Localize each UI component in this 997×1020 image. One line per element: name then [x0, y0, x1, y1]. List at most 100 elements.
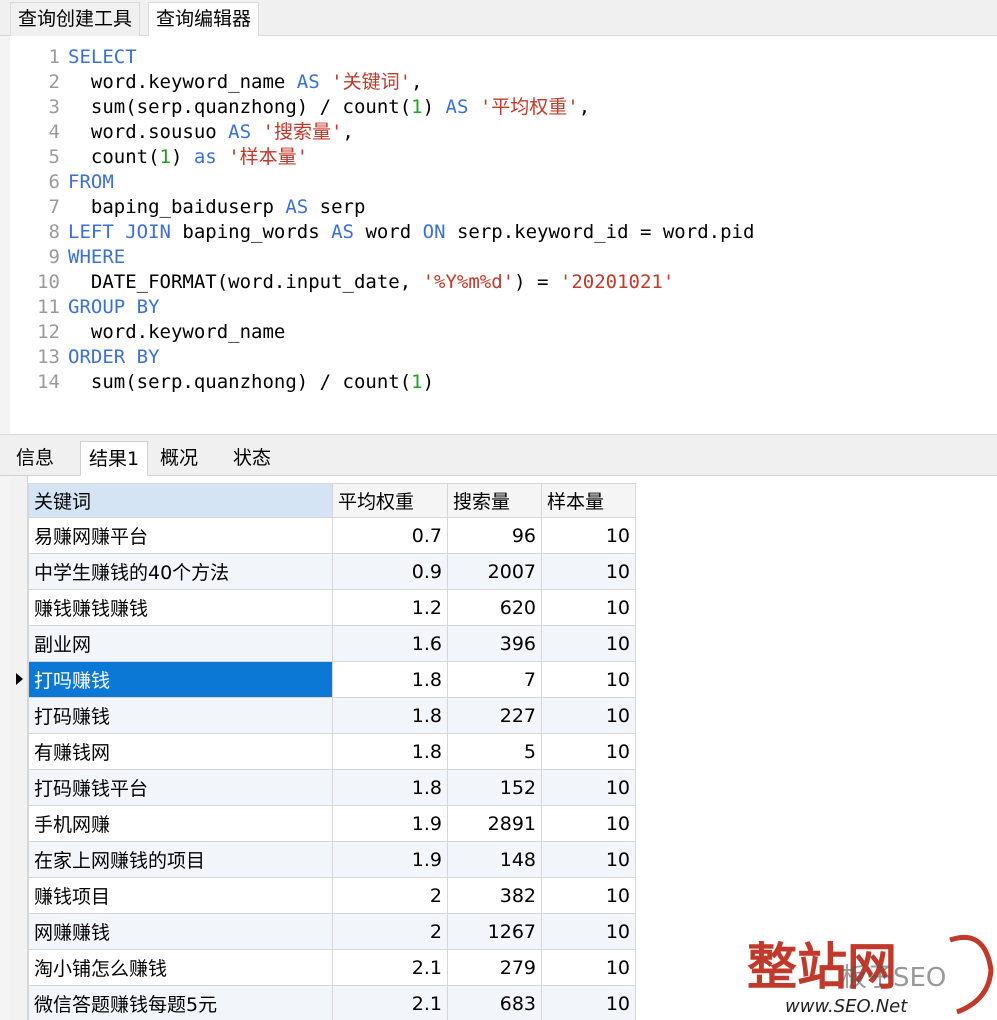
code-line[interactable]: sum(serp.quanzhong) / count(1) AS '平均权重'… [68, 95, 590, 120]
cell-keyword[interactable]: 中学生赚钱的40个方法 [28, 553, 333, 590]
cell-keyword[interactable]: 淘小铺怎么赚钱 [28, 949, 333, 986]
tab-result1[interactable]: 结果1 [80, 441, 149, 476]
cell-sample-size[interactable]: 10 [541, 913, 636, 950]
cell-search-volume[interactable]: 2891 [447, 805, 542, 842]
cell-sample-size[interactable]: 10 [541, 985, 636, 1020]
table-row[interactable]: 打吗赚钱 1.8 7 10 [28, 661, 636, 698]
cell-search-volume[interactable]: 620 [447, 589, 542, 626]
cell-avg-weight[interactable]: 2.1 [332, 949, 448, 986]
cell-avg-weight[interactable]: 1.8 [332, 697, 448, 734]
cell-sample-size[interactable]: 10 [541, 625, 636, 662]
cell-search-volume[interactable]: 148 [447, 841, 542, 878]
sql-keyword: AS [285, 196, 309, 218]
cell-avg-weight[interactable]: 0.7 [332, 517, 448, 554]
code-line[interactable]: LEFT JOIN baping_words AS word ON serp.k… [68, 220, 754, 245]
code-line[interactable]: count(1) as '样本量' [68, 145, 308, 170]
table-row[interactable]: 打码赚钱平台 1.8 152 10 [28, 769, 636, 806]
cell-search-volume[interactable]: 7 [447, 661, 542, 698]
table-row[interactable]: 微信答题赚钱每题5元 2.1 683 10 [28, 985, 636, 1020]
code-line[interactable]: word.keyword_name AS '关键词', [68, 70, 423, 95]
code-line[interactable]: sum(serp.quanzhong) / count(1) [68, 370, 434, 395]
sql-keyword: AS [296, 71, 320, 93]
code-line[interactable]: FROM [68, 170, 114, 195]
cell-keyword[interactable]: 易赚网赚平台 [28, 517, 333, 554]
cell-sample-size[interactable]: 10 [541, 769, 636, 806]
cell-avg-weight[interactable]: 2.1 [332, 985, 448, 1020]
cell-keyword[interactable]: 赚钱项目 [28, 877, 333, 914]
tab-profile[interactable]: 概况 [152, 441, 206, 476]
cell-avg-weight[interactable]: 1.9 [332, 841, 448, 878]
cell-search-volume[interactable]: 96 [447, 517, 542, 554]
cell-keyword[interactable]: 在家上网赚钱的项目 [28, 841, 333, 878]
cell-sample-size[interactable]: 10 [541, 949, 636, 986]
cell-sample-size[interactable]: 10 [541, 805, 636, 842]
code-line[interactable]: SELECT [68, 45, 137, 70]
cell-keyword[interactable]: 副业网 [28, 625, 333, 662]
table-row[interactable]: 在家上网赚钱的项目 1.9 148 10 [28, 841, 636, 878]
code-line[interactable]: word.keyword_name [68, 320, 285, 345]
table-row[interactable]: 打码赚钱 1.8 227 10 [28, 697, 636, 734]
cell-avg-weight[interactable]: 2 [332, 877, 448, 914]
cell-sample-size[interactable]: 10 [541, 517, 636, 554]
table-row[interactable]: 网赚赚钱 2 1267 10 [28, 913, 636, 950]
cell-search-volume[interactable]: 227 [447, 697, 542, 734]
code-line[interactable]: GROUP BY [68, 295, 160, 320]
table-row[interactable]: 易赚网赚平台 0.7 96 10 [28, 517, 636, 554]
result-table[interactable]: 关键词 平均权重 搜索量 样本量 易赚网赚平台 0.7 96 10 中学生赚钱的40个方… [28, 483, 636, 1020]
table-row[interactable]: 副业网 1.6 396 10 [28, 625, 636, 662]
cell-avg-weight[interactable]: 1.8 [332, 661, 448, 698]
cell-avg-weight[interactable]: 2 [332, 913, 448, 950]
cell-avg-weight[interactable]: 1.6 [332, 625, 448, 662]
code-line[interactable]: WHERE [68, 245, 125, 270]
sql-editor[interactable]: 1 2 3 4 5 6 7 8 9 10 11 12 13 14 SELECT word.keyword_… [0, 36, 997, 434]
cell-search-volume[interactable]: 2007 [447, 553, 542, 590]
table-row[interactable]: 赚钱项目 2 382 10 [28, 877, 636, 914]
cell-keyword[interactable]: 有赚钱网 [28, 733, 333, 770]
code-line[interactable]: DATE_FORMAT(word.input_date, '%Y%m%d') =… [68, 270, 674, 295]
cell-search-volume[interactable]: 1267 [447, 913, 542, 950]
tab-status[interactable]: 状态 [225, 441, 279, 476]
column-header-avg-weight[interactable]: 平均权重 [332, 483, 448, 518]
cell-search-volume[interactable]: 5 [447, 733, 542, 770]
cell-search-volume[interactable]: 279 [447, 949, 542, 986]
column-header-search-volume[interactable]: 搜索量 [447, 483, 542, 518]
table-row[interactable]: 中学生赚钱的40个方法 0.9 2007 10 [28, 553, 636, 590]
tab-query-editor[interactable]: 查询编辑器 [148, 2, 260, 37]
code-line[interactable]: baping_baiduserp AS serp [68, 195, 366, 220]
cell-sample-size[interactable]: 10 [541, 841, 636, 878]
cell-sample-size[interactable]: 10 [541, 589, 636, 626]
cell-sample-size[interactable]: 10 [541, 877, 636, 914]
cell-keyword[interactable]: 网赚赚钱 [28, 913, 333, 950]
cell-search-volume[interactable]: 382 [447, 877, 542, 914]
cell-keyword[interactable]: 打吗赚钱 [28, 661, 333, 698]
tab-query-builder[interactable]: 查询创建工具 [10, 2, 141, 36]
cell-keyword[interactable]: 打码赚钱平台 [28, 769, 333, 806]
cell-keyword[interactable]: 打码赚钱 [28, 697, 333, 734]
code-line[interactable]: ORDER BY [68, 345, 160, 370]
table-row[interactable]: 淘小铺怎么赚钱 2.1 279 10 [28, 949, 636, 986]
cell-avg-weight[interactable]: 1.8 [332, 769, 448, 806]
table-row[interactable]: 手机网赚 1.9 2891 10 [28, 805, 636, 842]
cell-keyword[interactable]: 手机网赚 [28, 805, 333, 842]
tab-info[interactable]: 信息 [8, 441, 62, 476]
column-header-sample-size[interactable]: 样本量 [541, 483, 636, 518]
cell-avg-weight[interactable]: 1.9 [332, 805, 448, 842]
cell-keyword[interactable]: 微信答题赚钱每题5元 [28, 985, 333, 1020]
cell-avg-weight[interactable]: 0.9 [332, 553, 448, 590]
column-header-keyword[interactable]: 关键词 [28, 483, 333, 518]
cell-avg-weight[interactable]: 1.2 [332, 589, 448, 626]
cell-avg-weight[interactable]: 1.8 [332, 733, 448, 770]
table-row[interactable]: 赚钱赚钱赚钱 1.2 620 10 [28, 589, 636, 626]
cell-sample-size[interactable]: 10 [541, 553, 636, 590]
cell-keyword[interactable]: 赚钱赚钱赚钱 [28, 589, 333, 626]
cell-search-volume[interactable]: 683 [447, 985, 542, 1020]
row-selector-column[interactable] [10, 476, 28, 1020]
cell-search-volume[interactable]: 396 [447, 625, 542, 662]
cell-sample-size[interactable]: 10 [541, 733, 636, 770]
code-line[interactable]: word.sousuo AS '搜索量', [68, 120, 354, 145]
code-area[interactable]: SELECT word.keyword_name AS '关键词', sum(s… [68, 36, 988, 434]
cell-sample-size[interactable]: 10 [541, 697, 636, 734]
cell-sample-size[interactable]: 10 [541, 661, 636, 698]
table-row[interactable]: 有赚钱网 1.8 5 10 [28, 733, 636, 770]
cell-search-volume[interactable]: 152 [447, 769, 542, 806]
